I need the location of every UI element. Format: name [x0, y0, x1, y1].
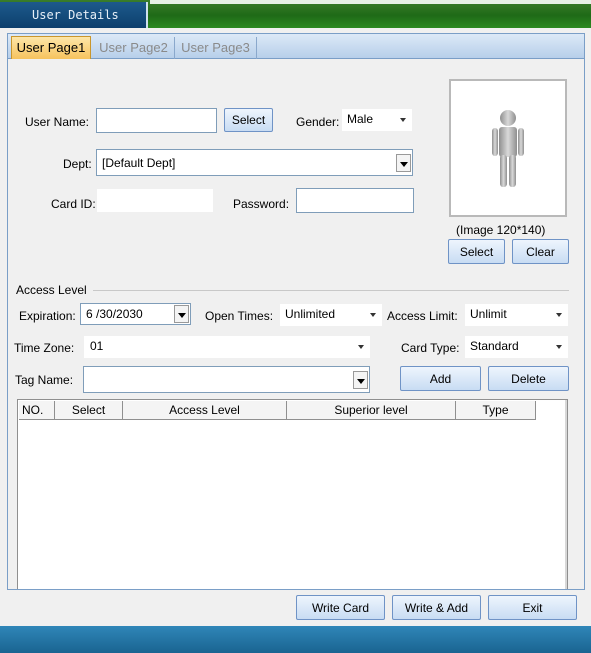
tab-control: User Page1 User Page2 User Page3 User Na…: [7, 33, 585, 590]
section-divider: [93, 290, 569, 291]
chevron-down-icon: [396, 154, 411, 172]
column-header-no[interactable]: NO.: [19, 401, 55, 420]
window-title: User Details: [0, 2, 148, 28]
gender-value: Male: [347, 112, 374, 126]
exit-button[interactable]: Exit: [488, 595, 577, 620]
card-type-select[interactable]: Standard: [464, 335, 569, 359]
expiration-label: Expiration:: [19, 309, 76, 323]
user-photo: [449, 79, 567, 217]
card-id-input[interactable]: [96, 188, 214, 213]
tab-user-page1[interactable]: User Page1: [11, 36, 91, 60]
access-limit-select[interactable]: Unlimit: [464, 303, 569, 327]
delete-access-button[interactable]: Delete: [488, 366, 569, 391]
dept-value: [Default Dept]: [102, 156, 176, 170]
card-type-value: Standard: [470, 339, 519, 353]
chevron-down-icon: [370, 313, 376, 317]
tag-name-label: Tag Name:: [15, 373, 74, 387]
add-access-button[interactable]: Add: [400, 366, 481, 391]
password-input[interactable]: [296, 188, 414, 213]
user-name-label: User Name:: [25, 115, 90, 129]
open-times-select[interactable]: Unlimited: [279, 303, 383, 327]
access-level-section-title: Access Level: [16, 283, 87, 297]
chevron-down-icon: [353, 371, 368, 389]
time-zone-select[interactable]: 01: [83, 335, 371, 359]
access-level-table[interactable]: NO. Select Access Level Superior level T…: [17, 399, 568, 589]
column-header-select[interactable]: Select: [55, 401, 123, 420]
tag-name-select[interactable]: [83, 366, 370, 393]
user-select-button[interactable]: Select: [224, 108, 273, 132]
password-label: Password:: [233, 197, 290, 211]
chevron-down-icon: [556, 313, 562, 317]
chevron-down-icon: [358, 345, 364, 349]
access-limit-value: Unlimit: [470, 307, 507, 321]
column-header-type[interactable]: Type: [456, 401, 536, 420]
card-type-label: Card Type:: [401, 341, 460, 355]
photo-clear-button[interactable]: Clear: [512, 239, 569, 264]
write-and-add-button[interactable]: Write & Add: [392, 595, 481, 620]
open-times-label: Open Times:: [205, 309, 274, 323]
bottom-band: [0, 626, 591, 653]
tab-content-user-page1: User Name: Select Gender: Male Dept: [De…: [8, 59, 584, 589]
chevron-down-icon: [174, 305, 189, 323]
time-zone-label: Time Zone:: [14, 341, 75, 355]
tab-user-page2[interactable]: User Page2: [93, 37, 175, 59]
photo-caption: (Image 120*140): [456, 223, 546, 237]
title-bar: User Details: [0, 0, 591, 28]
dept-label: Dept:: [63, 157, 92, 171]
expiration-value: 6 /30/2030: [86, 307, 143, 321]
card-id-label: Card ID:: [51, 197, 96, 211]
expiration-date-picker[interactable]: 6 /30/2030: [80, 303, 191, 325]
access-limit-label: Access Limit:: [387, 309, 458, 323]
open-times-value: Unlimited: [285, 307, 336, 321]
chevron-down-icon: [556, 345, 562, 349]
table-header: NO. Select Access Level Superior level T…: [19, 401, 536, 420]
gender-label: Gender:: [296, 115, 340, 129]
table-scroll-edge: [565, 400, 567, 589]
gender-select[interactable]: Male: [341, 108, 413, 132]
tab-strip: User Page1 User Page2 User Page3: [8, 34, 584, 60]
column-header-access-level[interactable]: Access Level: [123, 401, 287, 420]
chevron-down-icon: [400, 118, 406, 122]
main-panel: User Page1 User Page2 User Page3 User Na…: [0, 28, 591, 626]
title-bar-highlight: [150, 0, 591, 4]
user-name-input[interactable]: [96, 108, 217, 133]
column-header-superior-level[interactable]: Superior level: [287, 401, 456, 420]
write-card-button[interactable]: Write Card: [296, 595, 385, 620]
time-zone-value: 01: [90, 339, 104, 353]
person-silhouette-icon: [492, 110, 524, 187]
tab-user-page3[interactable]: User Page3: [175, 37, 257, 59]
dept-select[interactable]: [Default Dept]: [96, 149, 413, 176]
photo-select-button[interactable]: Select: [448, 239, 505, 264]
